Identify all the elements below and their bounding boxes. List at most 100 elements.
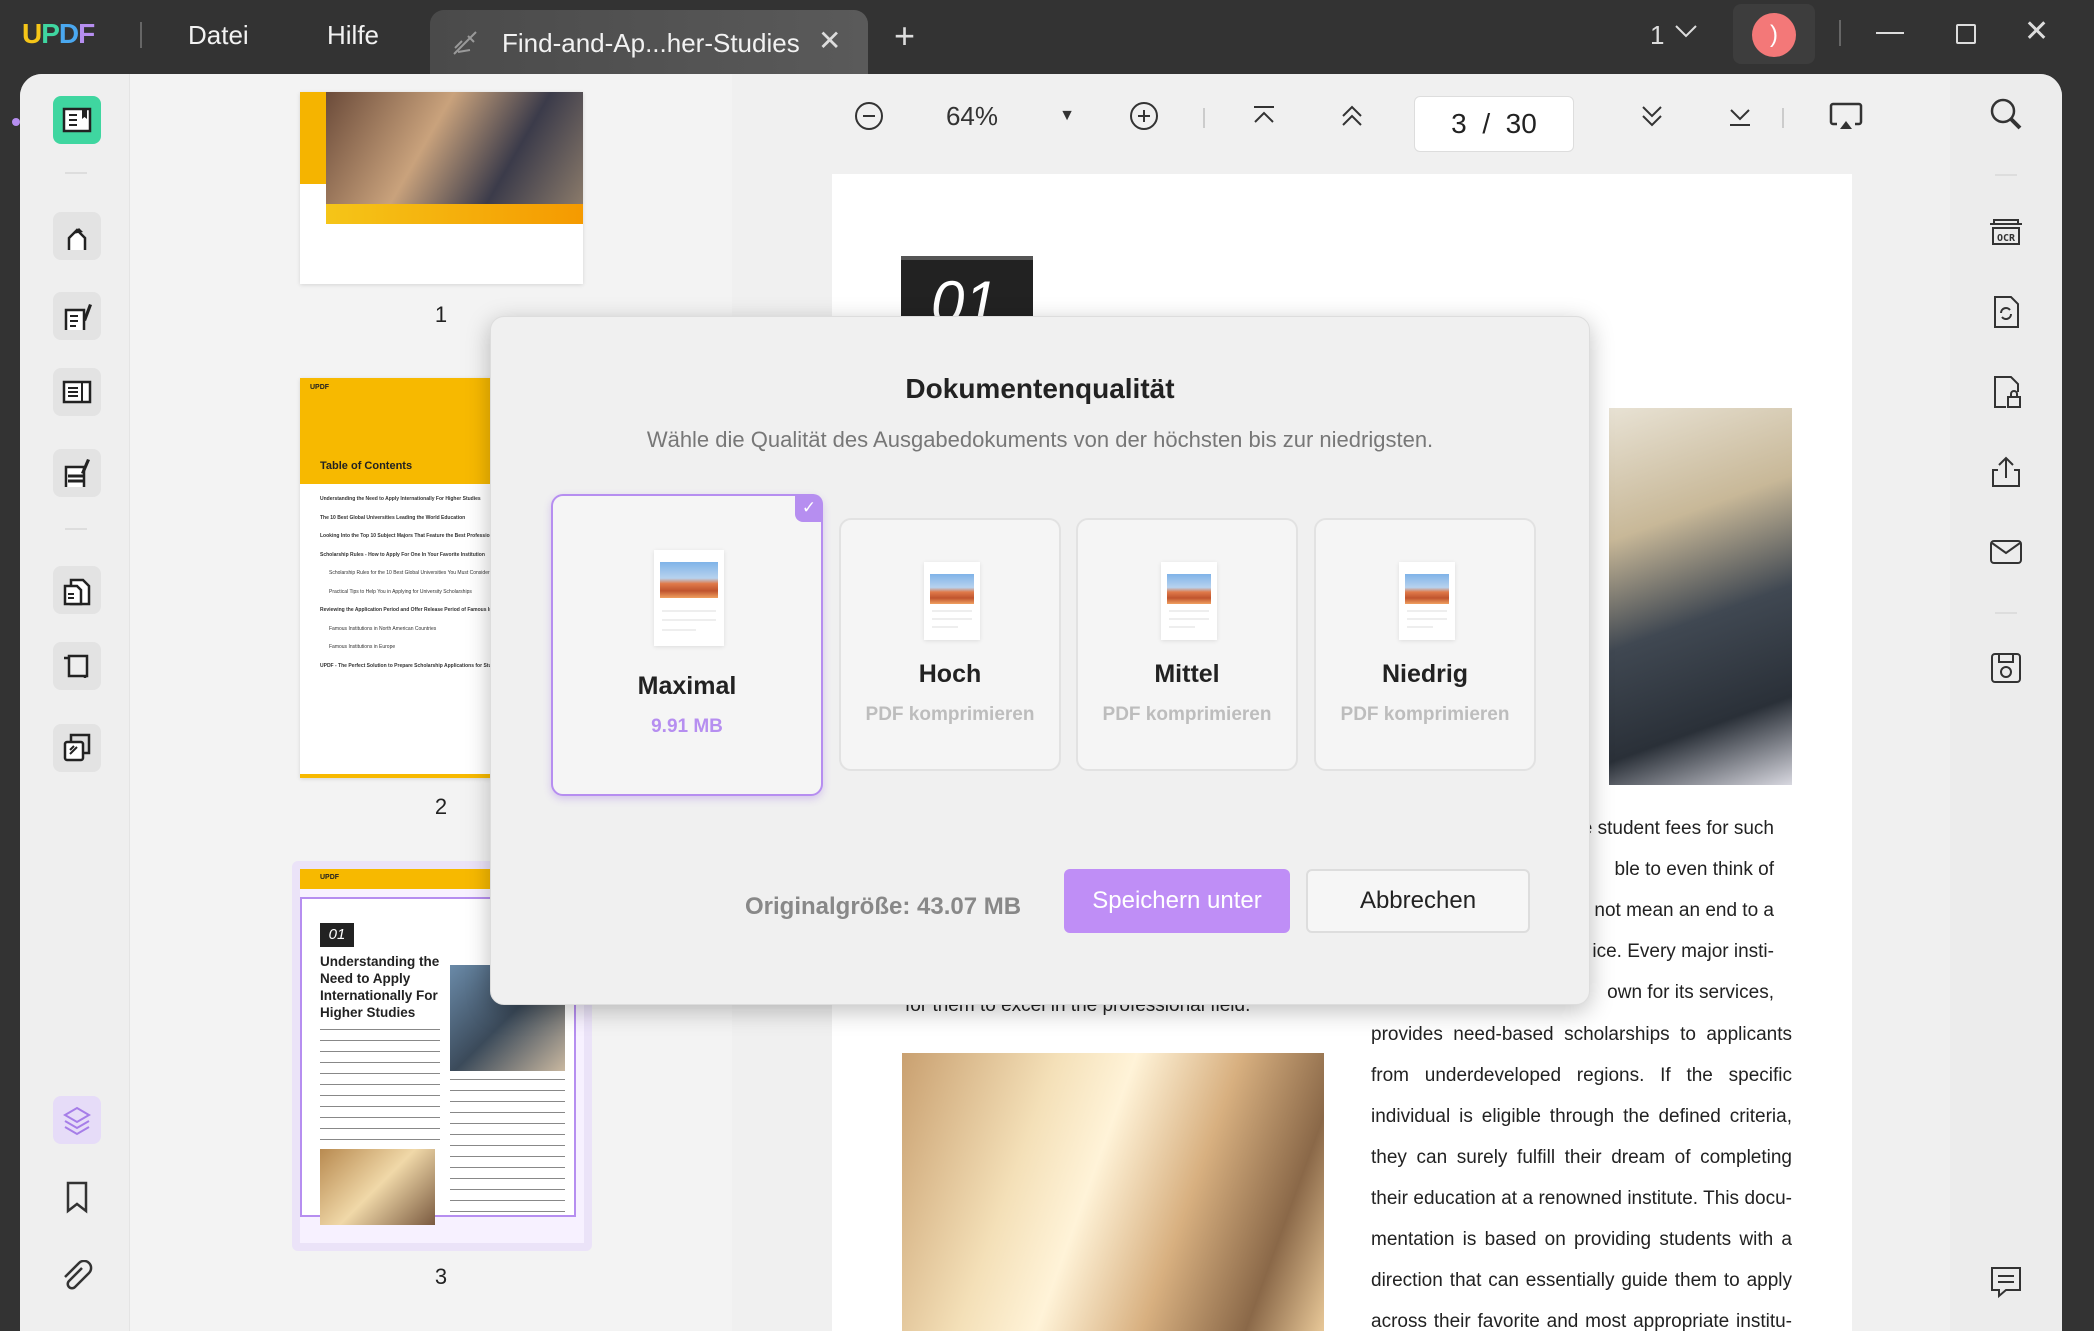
close-window-button[interactable]: ✕ [2024, 14, 2049, 49]
zoom-out-icon [855, 102, 883, 130]
page-text-line: ble to even think of [1614, 859, 1775, 881]
divider [1995, 174, 2017, 176]
thumb-title: Table of Contents [320, 460, 413, 472]
option-name: Maximal [637, 672, 737, 700]
quality-option-maximal[interactable]: Maximal 9.91 MB ✓ [551, 494, 823, 796]
bookmark-icon[interactable] [64, 1180, 90, 1214]
left-toolbar [20, 74, 130, 1331]
first-page-button[interactable] [1244, 94, 1284, 138]
avatar-button[interactable]: ) [1733, 4, 1815, 64]
divider [1839, 20, 1841, 46]
first-page-icon [1254, 106, 1274, 123]
highlighter-icon [67, 228, 87, 250]
page-text-line: across their favorite and most appropria… [1371, 1311, 1792, 1331]
layers-button[interactable] [53, 1096, 101, 1144]
share-icon[interactable] [1988, 454, 2024, 490]
svg-text:OCR: OCR [1997, 233, 2016, 244]
quality-option-niedrig[interactable]: Niedrig PDF komprimieren [1314, 518, 1536, 771]
double-chevron-down-icon [1642, 106, 1662, 127]
dialog-subtitle: Wähle die Qualität des Ausgabedokuments … [646, 427, 1434, 452]
thumb-brand: UPDF [320, 874, 340, 881]
page-text-line: individual is eligible through the defin… [1371, 1105, 1792, 1127]
tab-title: Find-and-Ap...her-Studies [502, 28, 800, 58]
presentation-button[interactable] [1822, 94, 1870, 138]
next-page-button[interactable] [1632, 94, 1672, 138]
thumb-number: 01 [320, 923, 354, 947]
option-name: Niedrig [1381, 660, 1469, 688]
book-icon [62, 107, 92, 133]
organize-pages-button[interactable] [53, 566, 101, 614]
convert-icon[interactable] [1988, 294, 2024, 330]
last-page-icon [1730, 109, 1750, 126]
menu-hilfe[interactable]: Hilfe [327, 20, 379, 51]
option-name: Hoch [918, 660, 982, 688]
previous-page-button[interactable] [1332, 94, 1372, 138]
reader-mode-button[interactable] [53, 96, 101, 144]
window-count[interactable]: 1 [1650, 20, 1664, 51]
divider [1782, 108, 1784, 128]
maximize-button[interactable] [1956, 24, 1976, 44]
signature-icon [64, 459, 90, 487]
page-number-input[interactable]: 3 / 30 [1414, 96, 1574, 152]
comment-list-icon[interactable] [1988, 1264, 2024, 1300]
quality-option-hoch[interactable]: Hoch PDF komprimieren [839, 518, 1061, 771]
search-icon[interactable] [1988, 96, 2024, 132]
document-preview-icon [924, 562, 980, 640]
current-page: 3 [1451, 108, 1467, 139]
thumbnail-label: 2 [434, 794, 448, 819]
attachment-icon[interactable] [60, 1260, 94, 1294]
option-name: Mittel [1154, 660, 1220, 688]
thumbnail-label: 3 [434, 1264, 448, 1289]
right-toolbar: OCR [1950, 74, 2062, 1331]
page-text-line: from underdeveloped regions. If the spec… [1371, 1064, 1792, 1086]
form-tool-button[interactable] [53, 368, 101, 416]
layers-copy-icon [63, 733, 91, 762]
thumbnail-page-1[interactable] [300, 92, 583, 284]
pages-icon [63, 578, 91, 606]
email-icon[interactable] [1988, 534, 2024, 570]
quality-option-mittel[interactable]: Mittel PDF komprimieren [1076, 518, 1298, 771]
cancel-button[interactable]: Abbrechen [1306, 869, 1530, 933]
sign-tool-button[interactable] [53, 449, 101, 497]
save-as-button[interactable]: Speichern unter [1064, 869, 1290, 933]
page-text-line: they can surely fulfill their dream of c… [1371, 1146, 1792, 1168]
thumb-brand: UPDF [310, 384, 330, 391]
dialog-title: Dokumentenqualität [905, 373, 1175, 404]
page-text-line: ice. Every major insti- [1592, 941, 1774, 963]
zoom-in-button[interactable] [1124, 94, 1164, 138]
divider [140, 22, 142, 48]
layers-icon [63, 1106, 91, 1136]
comment-tool-button[interactable] [53, 212, 101, 260]
page-text-line: mentation is based on providing students… [1371, 1229, 1792, 1250]
page-separator: / [1482, 108, 1491, 139]
menu-datei[interactable]: Datei [188, 20, 249, 51]
divider [65, 528, 87, 530]
zoom-dropdown[interactable]: ▼ [1052, 94, 1082, 138]
document-tab[interactable]: Find-and-Ap...her-Studies ✕ [430, 10, 868, 74]
thumb-title: Understanding the Need to Apply Internat… [320, 954, 440, 1020]
zoom-out-button[interactable] [849, 94, 889, 138]
page-text-line: own for its services, [1607, 982, 1774, 1004]
new-tab-button[interactable]: + [894, 18, 915, 54]
page-image-student-laptop [1609, 408, 1792, 785]
chevron-down-icon[interactable] [1674, 24, 1698, 40]
edit-pdf-button[interactable] [53, 292, 101, 340]
last-page-button[interactable] [1720, 94, 1760, 138]
save-icon[interactable] [1988, 650, 2024, 686]
crop-button[interactable] [53, 642, 101, 690]
minimize-button[interactable] [1876, 32, 1904, 34]
ocr-icon[interactable]: OCR [1988, 214, 2024, 250]
zoom-level[interactable]: 64% [932, 94, 1012, 138]
close-tab-icon[interactable]: ✕ [818, 24, 841, 57]
total-pages: 30 [1505, 108, 1537, 139]
document-preview-icon [1399, 562, 1455, 640]
document-preview-icon [1161, 562, 1217, 640]
crop-icon [64, 654, 89, 678]
divider [1995, 612, 2017, 614]
batch-button[interactable] [53, 724, 101, 772]
protect-icon[interactable] [1988, 374, 2024, 410]
document-quality-dialog: Dokumentenqualität Wähle die Qualität de… [490, 316, 1590, 1005]
thumbnail-label: 1 [434, 302, 448, 327]
zoom-in-icon [1130, 102, 1158, 130]
document-preview-icon [654, 550, 724, 646]
